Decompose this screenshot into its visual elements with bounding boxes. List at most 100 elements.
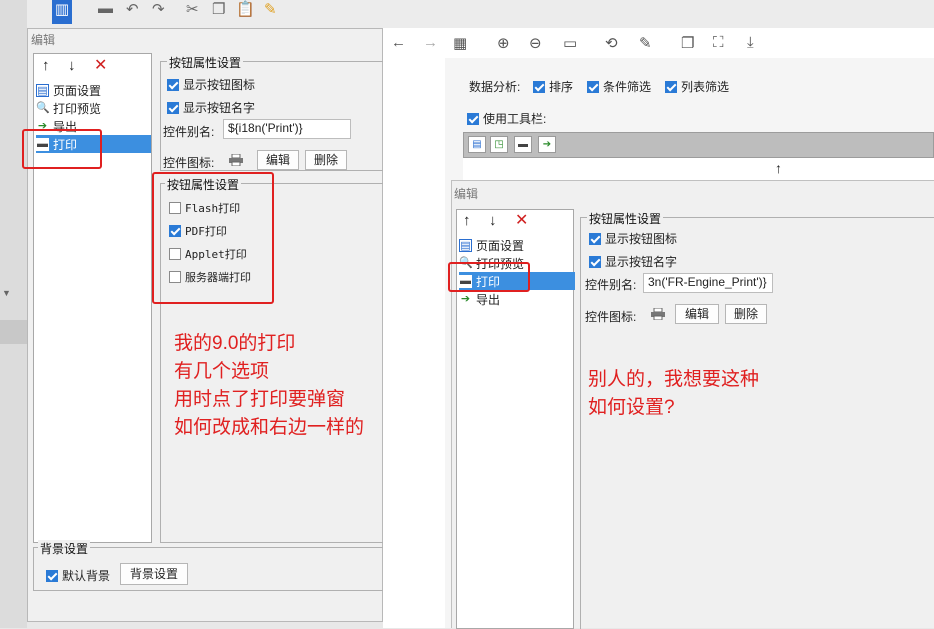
tree-item-export[interactable]: ➔ 导出 xyxy=(459,290,571,308)
edit-icon[interactable]: ✎ xyxy=(639,34,652,52)
dialog-title: 编辑 xyxy=(454,187,479,201)
dropdown-arrow-icon[interactable]: ▼ xyxy=(2,288,11,298)
viewer-toolbar: ← → ▦ ⊕ ⊖ ▭ ⟲ ✎ ❐ ⛶ ⤓ xyxy=(383,28,934,58)
left-annotation-note: 我的9.0的打印 有几个选项 用时点了打印要弹窗 如何改成和右边一样的 xyxy=(174,330,364,442)
list-filter-checkbox[interactable]: 列表筛选 xyxy=(665,78,729,95)
tree-item-label: 页面设置 xyxy=(53,83,102,98)
download-icon[interactable]: ⤓ xyxy=(747,34,754,51)
condition-filter-checkbox[interactable]: 条件筛选 xyxy=(587,78,651,95)
note-line: 别人的，我想要这种 xyxy=(588,369,760,390)
tree-item-label: 打印预览 xyxy=(53,101,102,116)
right-annotation-note: 别人的，我想要这种 如何设置? xyxy=(588,366,759,422)
show-icon-checkbox[interactable]: 显示按钮图标 xyxy=(167,76,255,93)
print-preview-icon[interactable]: ◳ xyxy=(490,136,508,153)
move-up-icon[interactable]: ↑ xyxy=(463,212,471,229)
background-block xyxy=(0,320,27,344)
forward-icon[interactable]: → xyxy=(423,34,438,51)
note-line: 有几个选项 xyxy=(174,361,270,382)
tree-item-label: 页面设置 xyxy=(476,238,525,253)
note-line: 用时点了打印要弹窗 xyxy=(174,389,346,410)
paste-icon[interactable]: 📋 xyxy=(236,0,255,18)
back-icon[interactable]: ← xyxy=(391,34,406,51)
export-icon: ➔ xyxy=(460,292,471,305)
checkbox-box[interactable] xyxy=(533,80,545,93)
zoom-in-icon[interactable]: ⊕ xyxy=(497,34,510,52)
printer-icon xyxy=(229,154,243,166)
show-icon-checkbox[interactable]: 显示按钮图标 xyxy=(589,230,677,247)
dialog-title: 编辑 xyxy=(31,33,56,47)
page-setup-icon: ▤ xyxy=(459,238,472,252)
alias-input[interactable]: 3n('FR-Engine_Print')} xyxy=(643,273,773,293)
page-setup-icon[interactable]: ▤ xyxy=(468,136,486,153)
checkbox-box[interactable] xyxy=(46,569,58,582)
rotate-icon[interactable]: ⟲ xyxy=(605,34,618,52)
printer-icon xyxy=(651,308,665,320)
default-bg-checkbox[interactable]: 默认背景 xyxy=(46,567,110,584)
move-up-icon[interactable]: ↑ xyxy=(42,57,50,74)
checkbox-box[interactable] xyxy=(467,112,479,125)
cut-icon[interactable]: ✂ xyxy=(186,0,199,18)
move-down-icon[interactable]: ↓ xyxy=(489,212,497,229)
checkbox-box[interactable] xyxy=(587,80,599,93)
alias-input[interactable]: ${i18n('Print')} xyxy=(223,119,351,139)
show-name-checkbox[interactable]: 显示按钮名字 xyxy=(589,253,677,270)
undo-icon[interactable]: ↶ xyxy=(126,0,139,18)
tree-item-label: 导出 xyxy=(476,292,501,307)
checkbox-box[interactable] xyxy=(167,101,179,114)
checkbox-box[interactable] xyxy=(665,80,677,93)
icon-label: 控件图标: xyxy=(585,310,637,324)
annotation-highlight-print-right xyxy=(448,262,530,292)
tree-item-print-preview[interactable]: 🔍 打印预览 xyxy=(36,99,148,117)
toolbar-preview-strip: ▤ ◳ ▬ ➔ xyxy=(463,132,934,158)
note-line: 我的9.0的打印 xyxy=(174,333,296,354)
delete-button[interactable]: 删除 xyxy=(305,150,347,170)
tree-item-page-setup[interactable]: ▤ 页面设置 xyxy=(36,81,148,99)
delete-icon[interactable]: ✕ xyxy=(94,55,107,75)
actual-size-icon[interactable]: ▭ xyxy=(563,34,577,52)
use-toolbar-checkbox[interactable]: 使用工具栏: xyxy=(467,110,546,127)
alias-label: 控件别名: xyxy=(163,125,215,139)
delete-icon[interactable]: ✕ xyxy=(515,210,528,230)
checkbox-label: 显示按钮图标 xyxy=(183,78,256,92)
chart-icon[interactable]: ▥ xyxy=(52,0,72,24)
delete-button[interactable]: 删除 xyxy=(725,304,767,324)
icon-label: 控件图标: xyxy=(163,156,215,170)
background-toolbar: ▥ ▬ ↶ ↷ ✂ ❐ 📋 ✎ xyxy=(0,0,934,28)
checkbox-label: 显示按钮图标 xyxy=(605,232,678,246)
move-down-icon[interactable]: ↓ xyxy=(68,57,76,74)
redo-icon[interactable]: ↷ xyxy=(152,0,165,18)
alias-label: 控件别名: xyxy=(585,278,637,292)
checkbox-box[interactable] xyxy=(589,232,601,245)
print-preview-icon: 🔍 xyxy=(36,101,50,114)
data-analysis-label: 数据分析: xyxy=(469,80,521,94)
checkbox-box[interactable] xyxy=(167,78,179,91)
fullscreen-icon[interactable]: ⛶ xyxy=(713,34,724,51)
annotation-highlight-print xyxy=(22,129,102,169)
checkbox-label: 条件筛选 xyxy=(603,80,652,94)
checkbox-label: 默认背景 xyxy=(62,569,111,583)
checkbox-box[interactable] xyxy=(589,255,601,268)
tree-item-page-setup[interactable]: ▤ 页面设置 xyxy=(459,236,571,254)
note-line: 如何设置? xyxy=(588,397,675,418)
copy-icon[interactable]: ❐ xyxy=(681,34,694,52)
arrow-up-icon[interactable]: ↑ xyxy=(775,160,782,176)
toolbar-move-row: ↑ xyxy=(463,158,934,180)
checkbox-label: 列表筛选 xyxy=(681,80,730,94)
bg-settings-button[interactable]: 背景设置 xyxy=(120,563,188,585)
format-painter-icon[interactable]: ✎ xyxy=(264,0,277,18)
viewer-margin xyxy=(383,58,445,628)
printer-icon[interactable]: ▬ xyxy=(514,136,532,153)
sort-checkbox[interactable]: 排序 xyxy=(533,78,573,95)
button-props-group: 按钮属性设置 显示按钮图标 显示按钮名字 控件别名: 3n('FR-Engine… xyxy=(580,210,934,629)
copy-icon[interactable]: ❐ xyxy=(212,0,225,18)
edit-button[interactable]: 编辑 xyxy=(675,304,719,324)
checkbox-label: 使用工具栏: xyxy=(483,112,547,126)
edit-button[interactable]: 编辑 xyxy=(257,150,299,170)
button-list-panel: ↑ ↓ ✕ ▤ 页面设置 🔍 打印预览 ➔ 导出 ▬ 打印 xyxy=(33,53,152,543)
save-icon[interactable]: ▬ xyxy=(98,0,113,17)
export-icon[interactable]: ➔ xyxy=(538,136,556,153)
zoom-out-icon[interactable]: ⊖ xyxy=(529,34,542,52)
show-name-checkbox[interactable]: 显示按钮名字 xyxy=(167,99,255,116)
background-left-strip: ▼ xyxy=(0,0,27,628)
grid-icon[interactable]: ▦ xyxy=(453,34,467,52)
